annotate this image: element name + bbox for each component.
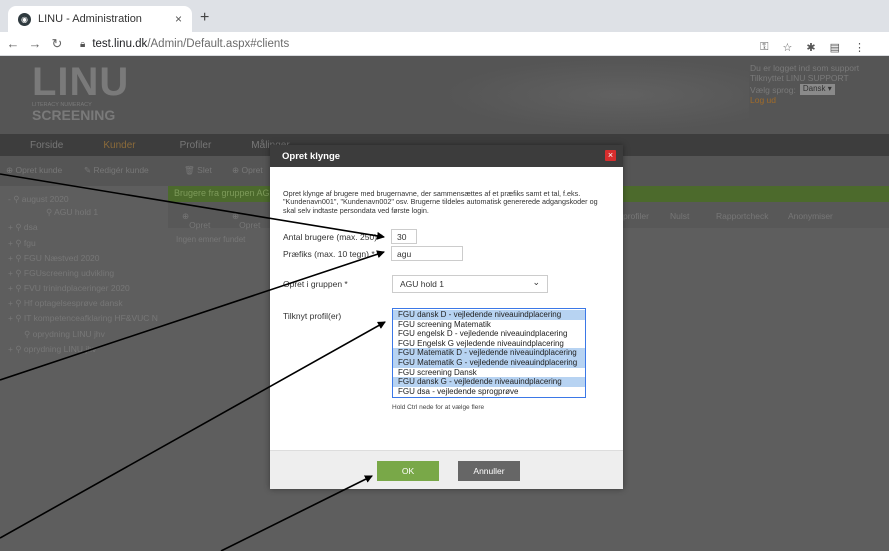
profile-option[interactable]: FGU engelsk D - vejledende niveauindplac…	[393, 329, 585, 339]
anonymize-button[interactable]: Anonymiser	[788, 211, 833, 221]
content-create-button[interactable]: ⊕ Opret	[182, 211, 210, 230]
tree-item[interactable]: + ⚲ dsa	[8, 222, 38, 233]
profile-option[interactable]: FGU screening Dansk	[393, 368, 585, 378]
tree-item[interactable]: + ⚲ oprydning LINU jhv	[8, 344, 96, 355]
cancel-button[interactable]: Annuller	[458, 461, 520, 481]
customer-tree: - ⚲ august 2020 ⚲ AGU hold 1 + ⚲ dsa + ⚲…	[0, 186, 168, 551]
nav-kunder[interactable]: Kunder	[103, 140, 135, 151]
content-create-button-2[interactable]: ⊕ Opret	[232, 211, 260, 230]
tree-item[interactable]: ⚲ oprydning LINU jhv	[24, 329, 105, 340]
lock-icon: 🔒︎	[80, 38, 86, 50]
profile-option[interactable]: FGU Engelsk G vejledende niveauindplacer…	[393, 339, 585, 349]
extensions-icon[interactable]: ✱	[806, 41, 815, 54]
language-label: Vælg sprog:	[750, 84, 796, 95]
tree-item[interactable]: ⚲ AGU hold 1	[46, 207, 98, 218]
no-items-text: Ingen emner fundet	[176, 235, 246, 244]
ok-button[interactable]: OK	[377, 461, 439, 481]
forward-icon[interactable]: →	[26, 36, 44, 51]
profile-option[interactable]: FGU Matematik G - vejledende niveauindpl…	[393, 357, 585, 368]
edit-customer-button[interactable]: ✎ Redigér kunde	[84, 165, 149, 176]
create-cluster-dialog: Opret klynge × Opret klynge af brugere m…	[270, 145, 623, 489]
tree-item[interactable]: + ⚲ Hf optagelsesprøve dansk	[8, 298, 123, 309]
content-reset-button[interactable]: Nulst	[670, 211, 689, 221]
tab-close-icon[interactable]: ×	[175, 12, 182, 26]
user-count-label: Antal brugere (max. 250) *	[283, 232, 383, 242]
profile-option[interactable]: FGU dsa - vejledende sprogprøve	[393, 387, 585, 397]
close-icon[interactable]: ×	[605, 150, 616, 161]
edit-customer-label: Redigér kunde	[93, 165, 149, 175]
dialog-title: Opret klynge	[270, 145, 623, 167]
dialog-footer: OK Annuller	[270, 450, 623, 489]
profile-option[interactable]: FGU dansk G - vejledende niveauindplacer…	[393, 377, 585, 387]
delete-label: Slet	[197, 165, 212, 175]
content-profiles-button[interactable]: profiler	[623, 211, 649, 221]
prefix-label: Præfiks (max. 10 tegn) *	[283, 249, 375, 259]
browser-toolbar: ← → ↻ 🔒︎ test.linu.dk /Admin/Default.asp…	[0, 32, 889, 56]
linu-logo[interactable]: LINU LITERACY NUMERACY SCREENING	[32, 60, 130, 132]
profile-option[interactable]: FGU screening Matematik	[393, 320, 585, 330]
menu-icon[interactable]: ⋮	[854, 41, 865, 54]
tree-item[interactable]: + ⚲ IT kompetenceafklaring HF&VUC N	[8, 313, 158, 324]
header-ornament	[429, 56, 749, 134]
tree-item[interactable]: - ⚲ august 2020	[8, 194, 69, 205]
site-header: LINU LITERACY NUMERACY SCREENING Du er l…	[0, 56, 889, 134]
user-info: Du er logget ind som support Tilknyttet …	[750, 63, 880, 105]
browser-tab[interactable]: ◉ LINU - Administration ×	[8, 6, 192, 32]
back-icon[interactable]: ←	[4, 36, 22, 51]
browser-tabstrip: ◉ LINU - Administration × +	[0, 0, 889, 32]
address-bar[interactable]: 🔒︎ test.linu.dk /Admin/Default.aspx#clie…	[80, 35, 879, 54]
tree-item[interactable]: + ⚲ FVU trinindplaceringer 2020	[8, 283, 130, 294]
site-favicon-icon: ◉	[18, 12, 31, 26]
language-value: Dansk	[802, 84, 826, 93]
report-check-button[interactable]: Rapportcheck	[716, 211, 768, 221]
create-customer-button[interactable]: ⊕ Opret kunde	[6, 165, 62, 176]
profile-listbox[interactable]: FGU dansk D - vejledende niveauindplacer…	[392, 308, 586, 398]
language-select[interactable]: Dansk ▾	[799, 84, 835, 95]
user-count-input[interactable]	[391, 229, 417, 244]
profile-option[interactable]: FGU Matematik D - vejledende niveauindpl…	[393, 348, 585, 358]
profile-label: Tilknyt profil(er)	[283, 311, 342, 321]
reload-icon[interactable]: ↻	[48, 36, 66, 52]
new-tab-icon[interactable]: +	[200, 9, 209, 27]
url-path: /Admin/Default.aspx#clients	[147, 38, 290, 50]
profile-option[interactable]: FGU dansk D - vejledende niveauindplacer…	[393, 310, 585, 320]
prefix-input[interactable]	[391, 246, 463, 261]
logo-text: LINU	[32, 60, 130, 104]
tree-item[interactable]: + ⚲ fgu	[8, 238, 36, 249]
logout-link[interactable]: Log ud	[750, 95, 880, 105]
create-button[interactable]: ⊕ Opret	[232, 165, 263, 176]
dialog-description: Opret klynge af brugere med brugernavne,…	[283, 189, 598, 215]
url-domain: test.linu.dk	[92, 38, 148, 50]
nav-profiler[interactable]: Profiler	[180, 140, 212, 151]
tab-title: LINU - Administration	[38, 13, 142, 25]
chevron-down-icon: ⌄	[532, 277, 540, 287]
reading-list-icon[interactable]: ▤	[830, 41, 840, 54]
multi-select-hint: Hold Ctrl nede for at vælge flere	[392, 404, 485, 411]
create-label: Opret	[241, 165, 263, 175]
user-line-2: Tilknyttet LINU SUPPORT	[750, 73, 849, 83]
tree-item[interactable]: + ⚲ FGU Næstved 2020	[8, 253, 100, 264]
nav-forside[interactable]: Forside	[30, 140, 63, 151]
user-line-1: Du er logget ind som support	[750, 63, 860, 73]
key-icon[interactable]: ⚿	[760, 41, 768, 54]
logo-screening: SCREENING	[32, 107, 116, 123]
star-icon[interactable]: ☆	[783, 41, 793, 54]
group-select[interactable]: AGU hold 1 ⌄	[392, 275, 548, 293]
create-customer-label: Opret kunde	[15, 165, 63, 175]
tree-item[interactable]: + ⚲ FGUscreening udvikling	[8, 268, 114, 279]
delete-button[interactable]: 🗑︎ Slet	[184, 165, 212, 176]
group-label: Opret i gruppen *	[283, 279, 348, 289]
group-select-value: AGU hold 1	[400, 279, 444, 289]
